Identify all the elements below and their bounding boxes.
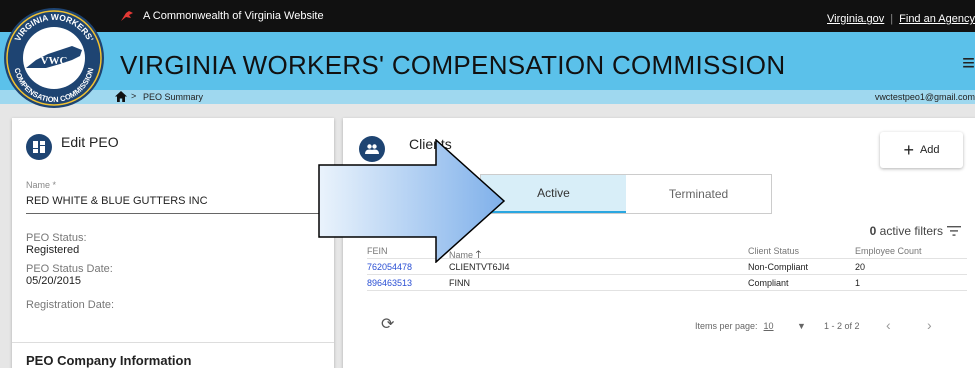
commonwealth-bar: A Commonwealth of Virginia Website Virgi… <box>0 0 975 32</box>
items-per-page-select[interactable]: 10 <box>764 321 774 331</box>
filters-text: active filters <box>879 224 943 238</box>
required-mark: * <box>52 180 57 190</box>
add-button-label: Add <box>919 144 940 156</box>
filters-count: 0 <box>869 224 877 238</box>
section-divider <box>12 342 334 343</box>
name-label: Name * <box>26 180 57 190</box>
peo-status-date-label: PEO Status Date: <box>26 263 113 275</box>
commonwealth-text: A Commonwealth of Virginia Website <box>143 10 324 22</box>
name-field-underline <box>26 213 334 214</box>
annotation-arrow-icon <box>318 139 506 263</box>
row-rule <box>367 274 967 275</box>
client-name: CLIENTVT6JI4 <box>449 262 510 272</box>
items-per-page[interactable]: Items per page: 10 <box>695 321 774 331</box>
fein-link[interactable]: 896463513 <box>367 278 412 288</box>
dashboard-icon <box>26 134 52 160</box>
home-icon[interactable] <box>115 91 127 102</box>
breadcrumb-separator: > <box>131 91 137 101</box>
peo-status-date-value: 05/20/2015 <box>26 275 82 287</box>
site-header: VIRGINIA WORKERS' COMPENSATION COMMISSIO… <box>0 32 975 90</box>
breadcrumb-current: PEO Summary <box>143 92 204 102</box>
breadcrumb: > PEO Summary vwctestpeo1@gmail.com <box>0 90 975 104</box>
site-title[interactable]: VIRGINIA WORKERS' COMPENSATION COMMISSIO… <box>120 50 785 81</box>
seal-center-text: VWC <box>41 55 68 67</box>
page-range: 1 - 2 of 2 <box>824 321 860 331</box>
name-field[interactable]: RED WHITE & BLUE GUTTERS INC <box>26 195 208 207</box>
peo-company-info-title: PEO Company Information <box>26 353 192 368</box>
link-separator: | <box>890 13 894 25</box>
virginia-gov-link[interactable]: Virginia.gov <box>827 13 884 25</box>
refresh-icon[interactable]: ⟳ <box>381 314 394 334</box>
client-name: FINN <box>449 278 470 288</box>
client-status: Non-Compliant <box>748 262 809 272</box>
user-email[interactable]: vwctestpeo1@gmail.com <box>875 92 975 102</box>
chevron-down-icon[interactable]: ▼ <box>797 321 806 331</box>
filter-icon[interactable] <box>947 226 961 236</box>
peo-status-label: PEO Status: <box>26 232 87 244</box>
peo-status-value: Registered <box>26 244 80 256</box>
fein-link[interactable]: 762054478 <box>367 262 412 272</box>
col-head-employee-count[interactable]: Employee Count <box>855 246 922 256</box>
items-per-page-label: Items per page: <box>695 321 758 331</box>
plus-icon: + <box>903 140 914 160</box>
active-filters-indicator[interactable]: 0 active filters <box>870 224 943 238</box>
edit-peo-card: Edit PEO Name * RED WHITE & BLUE GUTTERS… <box>12 118 334 368</box>
vwc-seal-logo[interactable]: VIRGINIA WORKERS' COMPENSATION COMMISSIO… <box>2 6 106 110</box>
hamburger-icon[interactable]: ≡ <box>962 50 975 76</box>
edit-peo-title: Edit PEO <box>61 134 119 150</box>
col-head-client-status[interactable]: Client Status <box>748 246 799 256</box>
virginia-cardinal-icon <box>121 11 133 21</box>
employee-count: 20 <box>855 262 866 272</box>
tab-terminated[interactable]: Terminated <box>626 175 771 213</box>
client-status: Compliant <box>748 278 789 288</box>
add-client-button[interactable]: + Add <box>880 132 963 168</box>
registration-date-label: Registration Date: <box>26 299 115 311</box>
previous-page-icon[interactable]: ‹ <box>886 317 891 333</box>
client-tabs: Active Terminated <box>480 174 772 214</box>
next-page-icon[interactable]: › <box>927 317 932 333</box>
employee-count: 1 <box>855 278 861 288</box>
find-agency-link[interactable]: Find an Agency <box>899 13 975 25</box>
top-links: Virginia.gov | Find an Agency <box>827 13 975 25</box>
row-rule <box>367 290 967 291</box>
